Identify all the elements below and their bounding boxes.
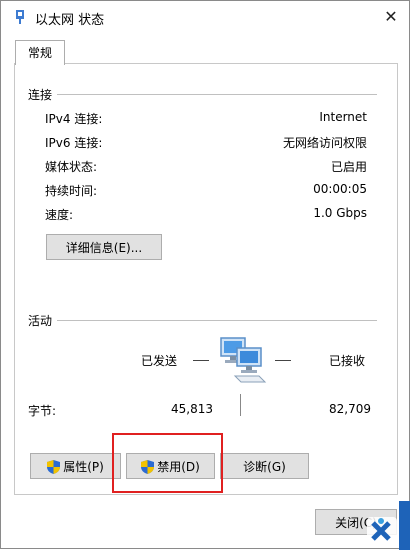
network-computers-icon [220,337,267,383]
sent-label: 已发送 [141,354,178,368]
connection-group-label: 连接 [28,88,53,102]
activity-group-divider [57,320,377,321]
duration-label: 持续时间: [45,184,98,198]
media-state-label: 媒体状态: [45,160,98,174]
speed-value: 1.0 Gbps [313,206,367,220]
media-state-value: 已启用 [330,160,367,174]
sent-dash [193,360,209,361]
properties-button-label: 属性(P) [63,460,104,474]
received-dash [275,360,291,361]
uac-shield-icon [47,460,61,474]
diagnose-button[interactable]: 诊断(G) [220,453,309,479]
title-bar: 以太网 状态 ✕ [1,1,409,33]
network-adapter-icon [16,10,24,24]
duration-value: 00:00:05 [313,182,367,196]
ipv4-label: IPv4 连接: [45,112,103,126]
activity-group-label: 活动 [28,314,53,328]
background-edge [399,501,410,550]
bytes-received-value: 82,709 [329,402,371,416]
ipv6-value: 无网络访问权限 [282,136,367,150]
ipv6-label: IPv6 连接: [45,136,103,150]
close-window-icon[interactable]: ✕ [381,7,401,27]
tab-strip: 常规 [10,39,401,65]
window-title: 以太网 状态 [35,13,105,28]
properties-button[interactable]: 属性(P) [30,453,121,479]
bytes-label: 字节: [28,404,57,418]
details-button[interactable]: 详细信息(E)... [46,234,162,260]
highlight-box [112,433,223,493]
tab-general[interactable]: 常规 [15,40,65,65]
bytes-sent-value: 45,813 [171,402,213,416]
watermark-logo [367,517,397,547]
received-label: 已接收 [329,354,366,368]
ethernet-status-window: 以太网 状态 ✕ 常规 连接 IPv4 连接: Internet IPv6 连接… [0,0,410,550]
general-tab-panel: 连接 IPv4 连接: Internet IPv6 连接: 无网络访问权限 媒体… [14,63,398,495]
speed-label: 速度: [45,208,74,222]
connection-group-divider [57,94,377,95]
ipv4-value: Internet [319,110,367,124]
bytes-divider [240,394,241,416]
